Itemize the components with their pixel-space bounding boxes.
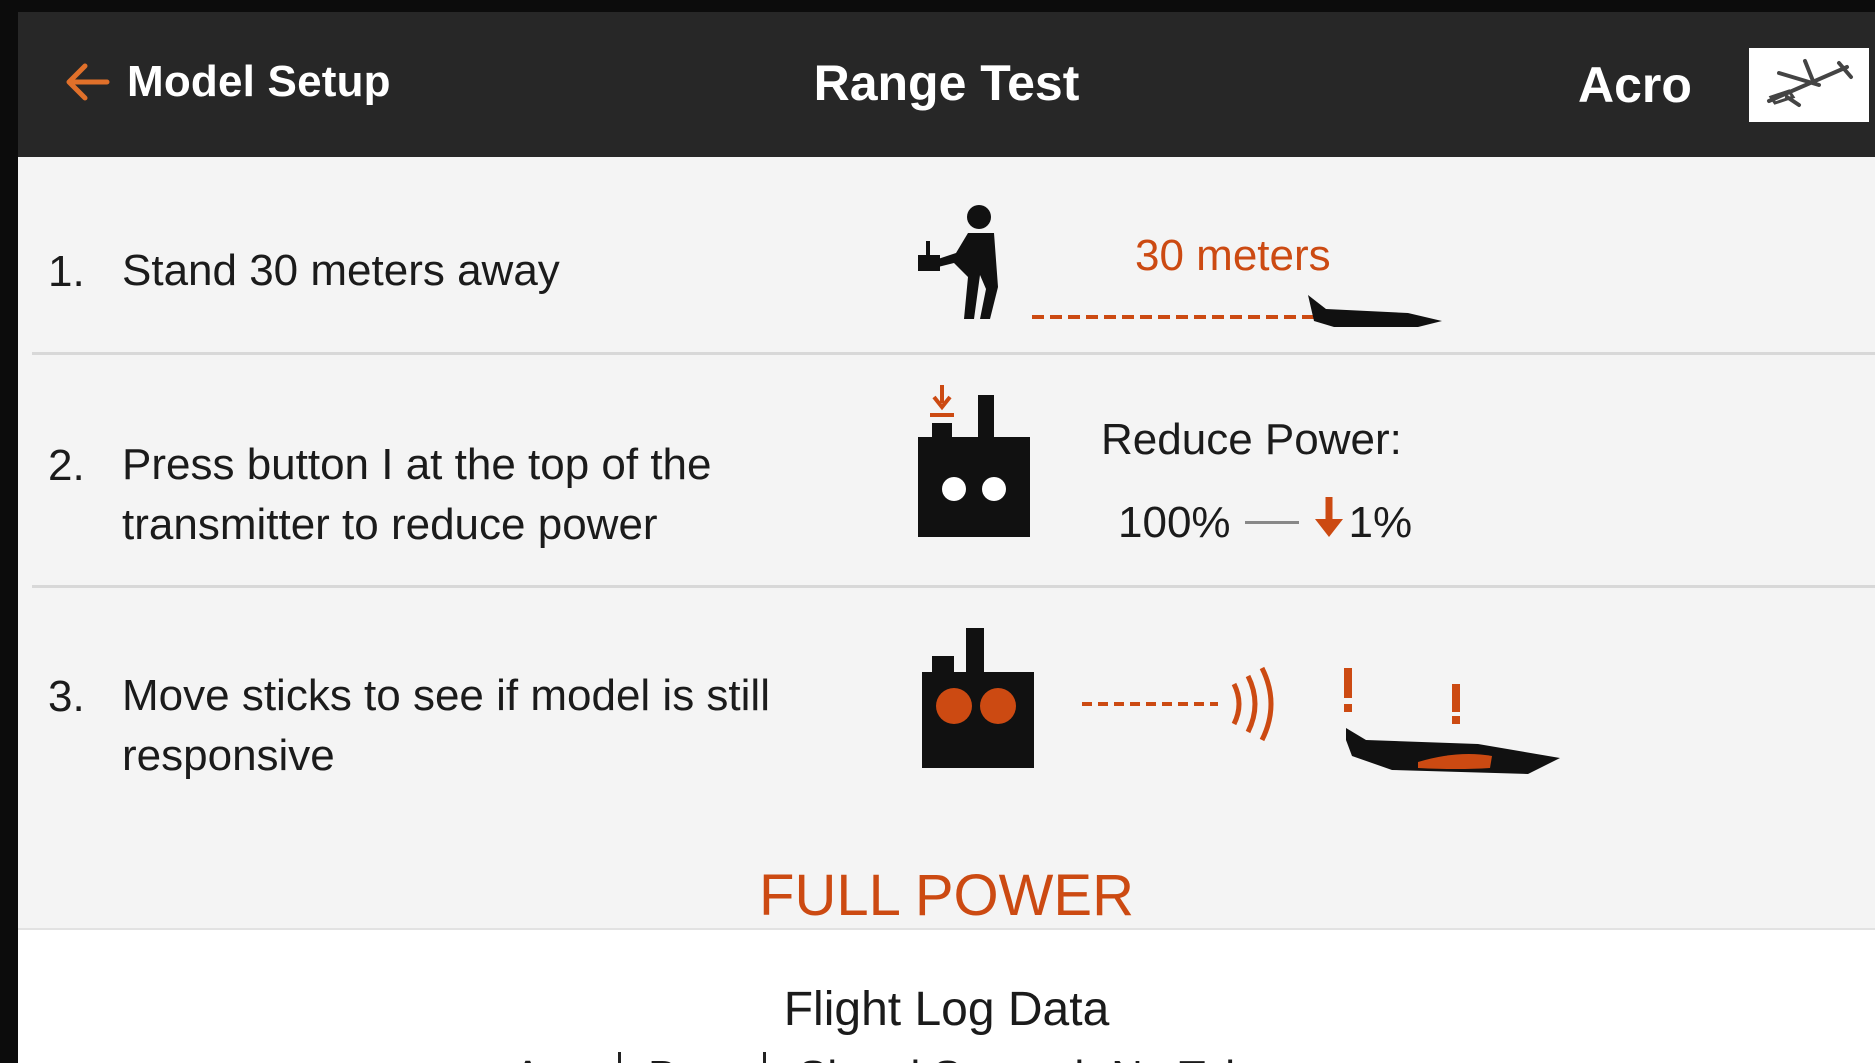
screen: Model Setup Range Test Acro 1. Stand 30 … [18,12,1875,1063]
step-text-line: Move sticks to see if model is still [122,671,770,720]
transmitter-button-illustration [918,385,1038,550]
power-change: 100% 1% [1118,495,1412,550]
step-number: 3. [48,672,85,721]
device-frame: Model Setup Range Test Acro 1. Stand 30 … [0,0,1875,1063]
distance-label: 30 meters [1135,231,1331,280]
log-column-b: B [648,1052,677,1063]
power-from: 100% [1118,497,1231,547]
transmitter-signal-illustration [918,618,1578,783]
dash-line [1244,521,1299,524]
step-text: Press button I at the top of the transmi… [122,435,712,555]
step-text-line: Press button I at the top of the [122,440,712,489]
power-to: 1% [1348,497,1413,547]
power-status: FULL POWER [759,863,1134,928]
transmitter-icon [918,385,1030,537]
airplane-icon [1759,53,1859,118]
step-text: Stand 30 meters away [122,241,560,301]
flight-log-columns: A B Signal Strength No Telemetry [18,1052,1875,1063]
step-row-2: 2. Press button I at the top of the tran… [18,355,1875,585]
step-row-1: 1. Stand 30 meters away 30 meters [18,157,1875,367]
column-divider [618,1052,621,1063]
step-text: Move sticks to see if model is still res… [122,666,770,786]
signal-illustration-svg [922,628,1560,774]
log-column-a: A [513,1052,542,1063]
step-text-line: Stand 30 meters away [122,246,560,295]
step-row-3: 3. Move sticks to see if model is still … [18,588,1875,858]
model-name[interactable]: Acro [1578,56,1692,114]
flight-log-panel: Flight Log Data A B Signal Strength No T… [18,928,1875,1063]
model-type-button[interactable] [1749,48,1869,122]
down-arrow-icon [1313,495,1345,550]
flight-log-title: Flight Log Data [783,983,1110,1036]
app-header: Model Setup Range Test Acro [18,12,1875,157]
column-divider [763,1052,766,1063]
reduce-power-label: Reduce Power: [1101,415,1402,464]
step-number: 1. [48,247,85,296]
step-text-line: transmitter to reduce power [122,500,658,549]
log-column-signal: Signal Strength No Telemetry [798,1052,1369,1063]
step-number: 2. [48,441,85,490]
step-text-line: responsive [122,731,335,780]
